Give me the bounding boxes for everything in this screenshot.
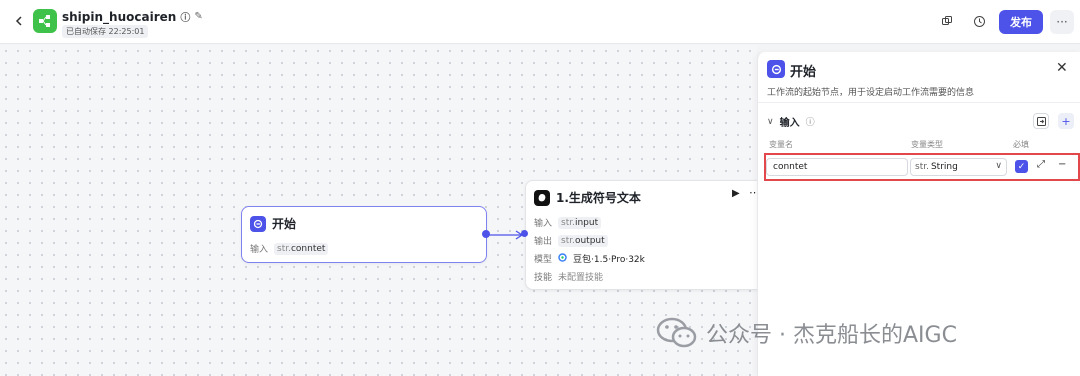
more-options-button[interactable]: ···: [1050, 10, 1074, 34]
var-name: output: [574, 235, 605, 246]
llm-node-model-name: 豆包·1.5·Pro·32k: [573, 255, 645, 265]
back-arrow-icon[interactable]: [10, 12, 28, 30]
required-checkbox[interactable]: ✓: [1015, 160, 1028, 173]
llm-node-icon: [534, 189, 550, 206]
var-name: conntet: [290, 243, 326, 254]
llm-node-output-label: 输出: [534, 237, 553, 247]
model-icon: [558, 252, 567, 265]
llm-node-skill-value: 未配置技能: [558, 273, 604, 283]
type-value: String: [930, 162, 958, 172]
col-header-name: 变量名: [769, 140, 793, 149]
input-section-title: 输入: [779, 118, 800, 129]
type-prefix: str.: [277, 243, 291, 254]
start-node-input-label: 输入: [250, 245, 269, 255]
type-prefix: str.: [915, 162, 929, 172]
llm-node-skill-label: 技能: [534, 273, 553, 283]
llm-node-model-label: 模型: [534, 255, 553, 265]
chevron-down-icon: ∨: [995, 161, 1002, 171]
start-node-input-tag: str.conntet: [274, 242, 329, 255]
start-node-title: 开始: [272, 217, 297, 231]
import-icon[interactable]: [1033, 113, 1049, 129]
start-node-output-port[interactable]: [482, 230, 490, 238]
publish-button[interactable]: 发布: [999, 10, 1043, 34]
variable-type-select[interactable]: str. String ∨: [910, 158, 1007, 176]
close-icon[interactable]: ✕: [1056, 60, 1068, 76]
llm-node-input-label: 输入: [534, 219, 553, 229]
start-node-header: 开始: [250, 215, 296, 232]
llm-node-skill-row: 技能 未配置技能: [534, 270, 603, 283]
llm-node-input-tag: str.input: [558, 216, 602, 229]
input-section-header[interactable]: ∨ 输入 ⓘ: [767, 114, 815, 130]
app-logo-icon: [33, 9, 57, 33]
app-name: shipin_huocairen ⓘ ✎: [62, 9, 203, 25]
llm-node-title: 1.生成符号文本: [556, 191, 641, 205]
var-name: input: [574, 217, 599, 228]
run-node-play-icon[interactable]: ▶: [732, 188, 740, 199]
llm-node-input-port[interactable]: [521, 230, 528, 237]
info-icon[interactable]: ⓘ: [806, 115, 815, 128]
type-prefix: str.: [561, 217, 575, 228]
llm-node-output-row: 输出 str.output: [534, 234, 608, 247]
llm-node-model-row: 模型 豆包·1.5·Pro·32k: [534, 252, 645, 265]
top-header: shipin_huocairen ⓘ ✎ 已自动保存 22:25:01 发布 ·…: [0, 0, 1080, 44]
expand-icon[interactable]: ⤢: [1037, 159, 1045, 170]
panel-divider: [758, 102, 1080, 103]
llm-node-output-tag: str.output: [558, 234, 608, 247]
history-icon[interactable]: [970, 12, 988, 30]
wechat-icon: [656, 317, 697, 348]
variable-name-input[interactable]: [766, 158, 908, 176]
add-parameter-button[interactable]: +: [1058, 113, 1074, 129]
panel-description: 工作流的起始节点，用于设定启动工作流需要的信息: [767, 88, 975, 98]
llm-node-header: 1.生成符号文本: [534, 189, 641, 206]
autosave-status: 已自动保存 22:25:01: [62, 25, 149, 38]
info-icon[interactable]: ⓘ: [180, 9, 190, 24]
start-node-input-row: 输入 str.conntet: [250, 242, 329, 255]
col-header-type: 变量类型: [911, 140, 943, 149]
start-node[interactable]: 开始 输入 str.conntet: [241, 206, 487, 263]
edit-icon[interactable]: ✎: [194, 11, 202, 22]
llm-node-input-row: 输入 str.input: [534, 216, 602, 229]
panel-title: 开始: [790, 65, 817, 80]
start-node-icon: [767, 60, 785, 78]
chevron-down-icon[interactable]: ∨: [767, 117, 774, 127]
llm-node[interactable]: 1.生成符号文本 输入 str.input 输出 str.output 模型 豆…: [525, 180, 765, 290]
col-header-required: 必填: [1013, 140, 1029, 149]
start-node-icon: [250, 215, 266, 232]
copy-icon[interactable]: [938, 12, 956, 30]
watermark: 公众号 · 杰克船长的AIGC: [656, 316, 957, 350]
type-prefix: str.: [561, 235, 575, 246]
remove-parameter-icon[interactable]: −: [1058, 159, 1066, 170]
app-name-text: shipin_huocairen: [62, 9, 177, 24]
watermark-text: 公众号 · 杰克船长的AIGC: [706, 323, 957, 348]
